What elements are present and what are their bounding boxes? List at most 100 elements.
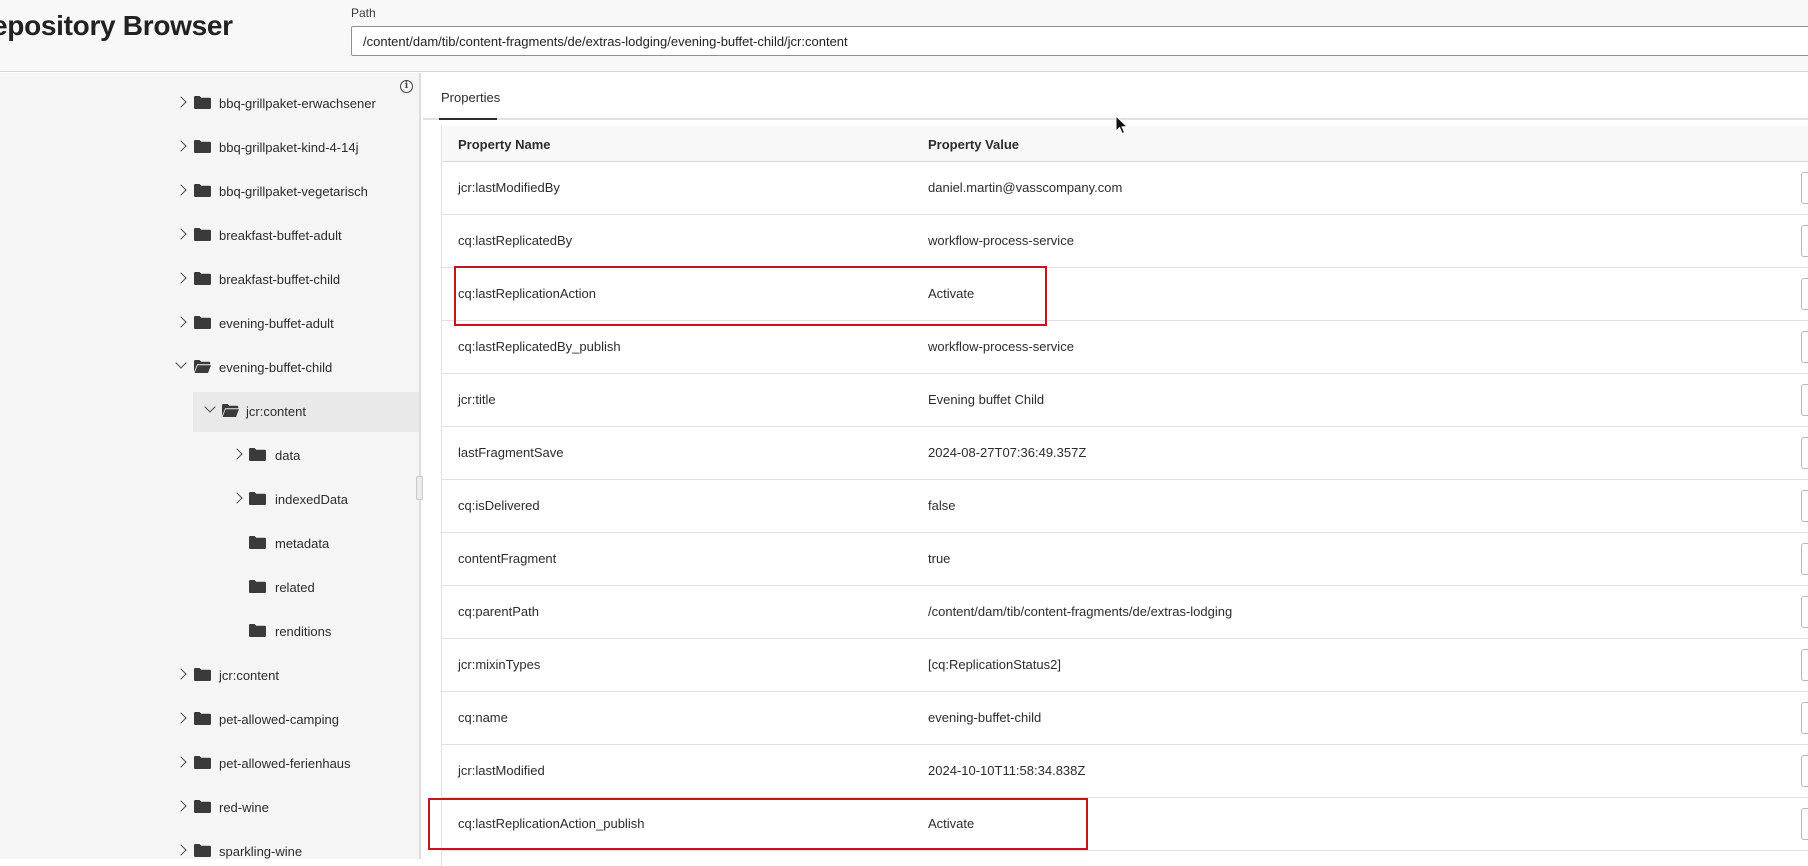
- tree-item[interactable]: indexedData: [0, 480, 419, 520]
- row-action-button[interactable]: [1801, 331, 1808, 363]
- tree-item[interactable]: renditions: [0, 612, 419, 652]
- tree-item[interactable]: metadata: [0, 524, 419, 564]
- tree-item[interactable]: jcr:content: [0, 656, 419, 696]
- chevron-right-icon[interactable]: [175, 140, 187, 152]
- chevron-right-icon[interactable]: [231, 448, 243, 460]
- path-input[interactable]: [351, 26, 1808, 56]
- tree-item-label: evening-buffet-adult: [219, 316, 334, 331]
- folder-icon: [249, 624, 266, 637]
- row-action-button[interactable]: [1801, 384, 1808, 416]
- tab-properties[interactable]: Properties: [439, 73, 502, 120]
- property-value: Activate: [928, 286, 975, 301]
- header: epository Browser Path: [0, 0, 1808, 72]
- row-action-button[interactable]: [1801, 172, 1808, 204]
- tree-item[interactable]: breakfast-buffet-adult: [0, 216, 419, 256]
- folder-icon: [194, 272, 211, 285]
- property-name: contentFragment: [458, 551, 557, 566]
- tree-item[interactable]: bbq-grillpaket-vegetarisch: [0, 172, 419, 212]
- tree-item-label: renditions: [275, 624, 332, 639]
- tree-item-expanded[interactable]: evening-buffet-child: [0, 348, 419, 388]
- tree-item-label: metadata: [275, 536, 330, 551]
- tree-item[interactable]: bbq-grillpaket-kind-4-14j: [0, 128, 419, 168]
- table-row[interactable]: jcr:title Evening buffet Child: [442, 374, 1808, 427]
- chevron-right-icon[interactable]: [175, 668, 187, 680]
- table-row[interactable]: cq:isDelivered false: [442, 480, 1808, 533]
- row-action-button[interactable]: [1801, 649, 1808, 681]
- tree-item-label: indexedData: [275, 492, 348, 507]
- row-action-button[interactable]: [1801, 596, 1808, 628]
- table-row[interactable]: cq:name evening-buffet-child: [442, 692, 1808, 745]
- table-row[interactable]: cq:lastReplicationAction_publish Activat…: [442, 798, 1808, 851]
- tree-item[interactable]: pet-allowed-camping: [0, 700, 419, 740]
- tree-item[interactable]: sparkling-wine: [0, 832, 419, 859]
- panel-resize-handle[interactable]: [416, 476, 423, 500]
- tree-item[interactable]: data: [0, 436, 419, 476]
- chevron-right-icon[interactable]: [175, 228, 187, 240]
- row-action-button[interactable]: [1801, 225, 1808, 257]
- folder-icon: [194, 316, 211, 329]
- chevron-right-icon[interactable]: [175, 184, 187, 196]
- property-name: cq:lastReplicationAction_publish: [458, 816, 645, 831]
- folder-icon: [194, 756, 211, 769]
- tree-item[interactable]: bbq-grillpaket-erwachsener: [0, 84, 419, 124]
- column-header-property-name[interactable]: Property Name: [458, 126, 550, 164]
- tree-item-selected[interactable]: jcr:content: [193, 392, 419, 432]
- chevron-down-icon[interactable]: [175, 357, 187, 369]
- chevron-right-icon[interactable]: [175, 800, 187, 812]
- tree-item[interactable]: red-wine: [0, 788, 419, 828]
- row-action-button[interactable]: [1801, 278, 1808, 310]
- table-row[interactable]: cq:lastReplicationAction Activate: [442, 268, 1808, 321]
- tree-item[interactable]: breakfast-buffet-child: [0, 260, 419, 300]
- folder-icon: [194, 96, 211, 109]
- table-row[interactable]: lastFragmentSave 2024-08-27T07:36:49.357…: [442, 427, 1808, 480]
- property-name: cq:lastReplicatedBy_publish: [458, 339, 621, 354]
- tree-item-label: bbq-grillpaket-vegetarisch: [219, 184, 368, 199]
- tree-item[interactable]: evening-buffet-adult: [0, 304, 419, 344]
- table-row[interactable]: jcr:lastModifiedBy daniel.martin@vasscom…: [442, 162, 1808, 215]
- row-action-button[interactable]: [1801, 808, 1808, 840]
- property-name: lastFragmentSave: [458, 445, 564, 460]
- chevron-right-icon[interactable]: [175, 96, 187, 108]
- table-row[interactable]: jcr:lastModified 2024-10-10T11:58:34.838…: [442, 745, 1808, 798]
- chevron-right-icon[interactable]: [175, 712, 187, 724]
- table-row[interactable]: jcr:mixinTypes [cq:ReplicationStatus2]: [442, 639, 1808, 692]
- chevron-down-icon[interactable]: [204, 401, 216, 413]
- table-row[interactable]: contentFragment true: [442, 533, 1808, 586]
- tree-item[interactable]: pet-allowed-ferienhaus: [0, 744, 419, 784]
- row-action-button[interactable]: [1801, 437, 1808, 469]
- property-name: jcr:title: [458, 392, 496, 407]
- properties-panel: Properties Property Name Property Value …: [423, 73, 1808, 866]
- table-row[interactable]: cq:parentPath /content/dam/tib/content-f…: [442, 586, 1808, 639]
- property-name: cq:lastReplicationAction: [458, 286, 597, 301]
- property-value: workflow-process-service: [928, 339, 1074, 354]
- row-action-button[interactable]: [1801, 702, 1808, 734]
- property-name: jcr:lastModifiedBy: [458, 180, 560, 195]
- row-action-button[interactable]: [1801, 543, 1808, 575]
- folder-icon: [194, 184, 211, 197]
- chevron-right-icon[interactable]: [231, 492, 243, 504]
- row-action-button[interactable]: [1801, 490, 1808, 522]
- table-row[interactable]: cq:lastReplicatedBy workflow-process-ser…: [442, 215, 1808, 268]
- property-value: 2024-10-10T11:58:34.838Z: [928, 763, 1086, 778]
- folder-icon: [249, 580, 266, 593]
- info-icon[interactable]: i: [400, 80, 413, 93]
- property-value: 2024-08-27T07:36:49.357Z: [928, 445, 1087, 460]
- tree-item-label: red-wine: [219, 800, 269, 815]
- tree-item-label: sparkling-wine: [219, 844, 303, 859]
- chevron-right-icon[interactable]: [175, 756, 187, 768]
- chevron-right-icon[interactable]: [175, 316, 187, 328]
- tree-item[interactable]: related: [0, 568, 419, 608]
- folder-icon: [249, 536, 266, 549]
- property-name: cq:parentPath: [458, 604, 539, 619]
- tree-item-label: bbq-grillpaket-kind-4-14j: [219, 140, 359, 155]
- chevron-right-icon[interactable]: [175, 272, 187, 284]
- folder-icon: [194, 140, 211, 153]
- table-row[interactable]: cq:lastReplicatedBy_publish workflow-pro…: [442, 321, 1808, 374]
- row-action-button[interactable]: [1801, 755, 1808, 787]
- column-header-property-value[interactable]: Property Value: [928, 126, 1019, 164]
- chevron-right-icon[interactable]: [175, 844, 187, 856]
- property-value: true: [928, 551, 951, 566]
- property-value: daniel.martin@vasscompany.com: [928, 180, 1123, 195]
- folder-icon: [194, 668, 211, 681]
- tree-item-label: pet-allowed-ferienhaus: [219, 756, 351, 771]
